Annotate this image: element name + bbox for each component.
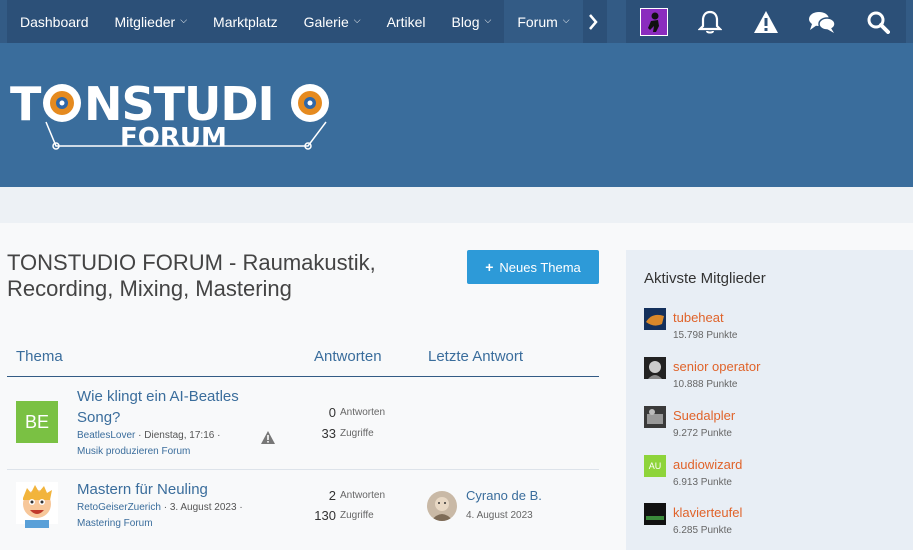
thread-title-line: Wie klingt ein AI-Beatles xyxy=(77,388,239,405)
member-points: 10.888 Punkte xyxy=(673,379,738,390)
thread-title-line: Song? xyxy=(77,409,121,426)
warning-icon[interactable] xyxy=(738,0,794,43)
view-count: 33 xyxy=(321,426,336,441)
column-replies[interactable]: Antworten xyxy=(314,348,382,365)
thread-title[interactable]: Mastern für Neuling xyxy=(77,479,208,500)
avatar[interactable] xyxy=(427,491,457,521)
avatar[interactable]: AU xyxy=(644,455,666,477)
top-navigation: Dashboard Mitglieder ⌵ Marktplatz Galerie… xyxy=(0,0,913,43)
member-item: AU audiowizard 6.913 Punkte xyxy=(644,455,904,495)
avatar-initials: AU xyxy=(648,461,662,471)
thread-date: 3. August 2023 xyxy=(169,502,237,513)
chevron-right-icon xyxy=(588,13,598,30)
member-item: Suedalpler 9.272 Punkte xyxy=(644,406,904,446)
thread-title[interactable]: Wie klingt ein AI-Beatles Song? xyxy=(77,386,239,428)
reply-label: Antworten xyxy=(340,407,386,418)
reply-count: 2 xyxy=(328,488,336,503)
chevron-down-icon: ⌵ xyxy=(562,15,570,25)
last-reply-user[interactable]: Cyrano de B. xyxy=(466,488,542,503)
sidebar-title: Aktivste Mitglieder xyxy=(644,270,766,287)
member-item: tubeheat 15.798 Punkte xyxy=(644,308,904,348)
member-name[interactable]: klavierteufel xyxy=(673,505,742,520)
svg-text:T: T xyxy=(10,77,42,131)
nav-item-dashboard[interactable]: Dashboard xyxy=(7,0,102,43)
reply-count: 0 xyxy=(328,405,336,420)
member-name[interactable]: senior operator xyxy=(673,359,760,374)
nav-item-label: Blog xyxy=(451,13,480,30)
nav-item-forum[interactable]: Forum ⌵ xyxy=(504,0,583,43)
nav-item-label: Artikel xyxy=(386,13,426,30)
avatar[interactable] xyxy=(644,503,666,525)
author-link[interactable]: BeatlesLover xyxy=(77,430,135,441)
forum-link[interactable]: Mastering Forum xyxy=(77,518,153,529)
breadcrumb-bar xyxy=(0,187,913,223)
avatar[interactable] xyxy=(16,482,58,528)
column-topic[interactable]: Thema xyxy=(16,348,63,365)
nav-item-marktplatz[interactable]: Marktplatz xyxy=(200,0,291,43)
chat-icon[interactable] xyxy=(794,0,850,43)
nav-scroll-right-button[interactable] xyxy=(578,0,607,43)
avatar xyxy=(640,7,668,36)
view-label: Zugriffe xyxy=(340,428,374,439)
nav-item-label: Marktplatz xyxy=(213,13,278,30)
plus-icon: + xyxy=(485,259,494,275)
nav-item-label: Forum xyxy=(517,13,558,30)
avatar[interactable] xyxy=(644,406,666,428)
thread-meta: RetoGeiserZuerich · 3. August 2023 · Mas… xyxy=(77,502,243,529)
warning-icon xyxy=(261,431,275,444)
nav-item-label: Dashboard xyxy=(20,13,89,30)
author-link[interactable]: RetoGeiserZuerich xyxy=(77,502,161,513)
site-header: T NSTUDI FORUM xyxy=(0,43,913,187)
user-panel xyxy=(626,0,906,43)
chevron-down-icon: ⌵ xyxy=(353,15,361,25)
view-label: Zugriffe xyxy=(340,510,374,521)
nav-item-galerie[interactable]: Galerie ⌵ xyxy=(291,0,374,43)
site-logo[interactable]: T NSTUDI FORUM xyxy=(8,76,338,159)
chevron-down-icon: ⌵ xyxy=(484,15,492,25)
page-title: TONSTUDIO FORUM - Raumakustik, Recording… xyxy=(7,250,376,301)
sidebar-active-members: Aktivste Mitglieder tubeheat 15.798 Punk… xyxy=(626,250,913,550)
view-count: 130 xyxy=(314,508,336,523)
thread-table-header: Thema Antworten Letzte Antwort xyxy=(7,348,599,377)
member-points: 6.285 Punkte xyxy=(673,525,732,536)
thread-date: Dienstag, 17:16 xyxy=(144,430,215,441)
member-name[interactable]: tubeheat xyxy=(673,310,724,325)
member-item: senior operator 10.888 Punkte xyxy=(644,357,904,397)
table-row: BE Wie klingt ein AI-Beatles Song? Beatl… xyxy=(7,377,599,470)
nav-item-blog[interactable]: Blog ⌵ xyxy=(438,0,504,43)
thread-meta: BeatlesLover · Dienstag, 17:16 · Musik p… xyxy=(77,430,221,457)
user-menu-button[interactable] xyxy=(626,0,682,43)
main-menu: Dashboard Mitglieder ⌵ Marktplatz Galerie… xyxy=(7,0,607,43)
new-thread-label: Neues Thema xyxy=(499,259,581,275)
forum-link[interactable]: Musik produzieren Forum xyxy=(77,446,190,457)
member-points: 9.272 Punkte xyxy=(673,428,732,439)
reply-label: Antworten xyxy=(340,490,386,501)
member-name[interactable]: Suedalpler xyxy=(673,408,735,423)
nav-item-label: Mitglieder xyxy=(114,13,176,30)
nav-item-artikel[interactable]: Artikel xyxy=(374,0,439,43)
new-thread-button[interactable]: + Neues Thema xyxy=(467,250,599,284)
last-reply-date: 4. August 2023 xyxy=(466,510,533,521)
member-item: klavierteufel 6.285 Punkte xyxy=(644,503,904,543)
avatar[interactable] xyxy=(644,357,666,379)
member-points: 15.798 Punkte xyxy=(673,330,738,341)
column-last-reply[interactable]: Letzte Antwort xyxy=(428,348,523,365)
search-icon[interactable] xyxy=(850,0,906,43)
avatar[interactable]: BE xyxy=(16,401,58,443)
member-name[interactable]: audiowizard xyxy=(673,457,742,472)
chevron-down-icon: ⌵ xyxy=(180,15,188,25)
member-points: 6.913 Punkte xyxy=(673,477,732,488)
avatar-initials: BE xyxy=(24,411,49,432)
nav-item-mitglieder[interactable]: Mitglieder ⌵ xyxy=(102,0,201,43)
bell-icon[interactable] xyxy=(682,0,738,43)
nav-item-label: Galerie xyxy=(303,13,349,30)
table-row: Mastern für Neuling RetoGeiserZuerich · … xyxy=(7,470,599,543)
avatar[interactable] xyxy=(644,308,666,330)
svg-text:FORUM: FORUM xyxy=(120,123,227,153)
